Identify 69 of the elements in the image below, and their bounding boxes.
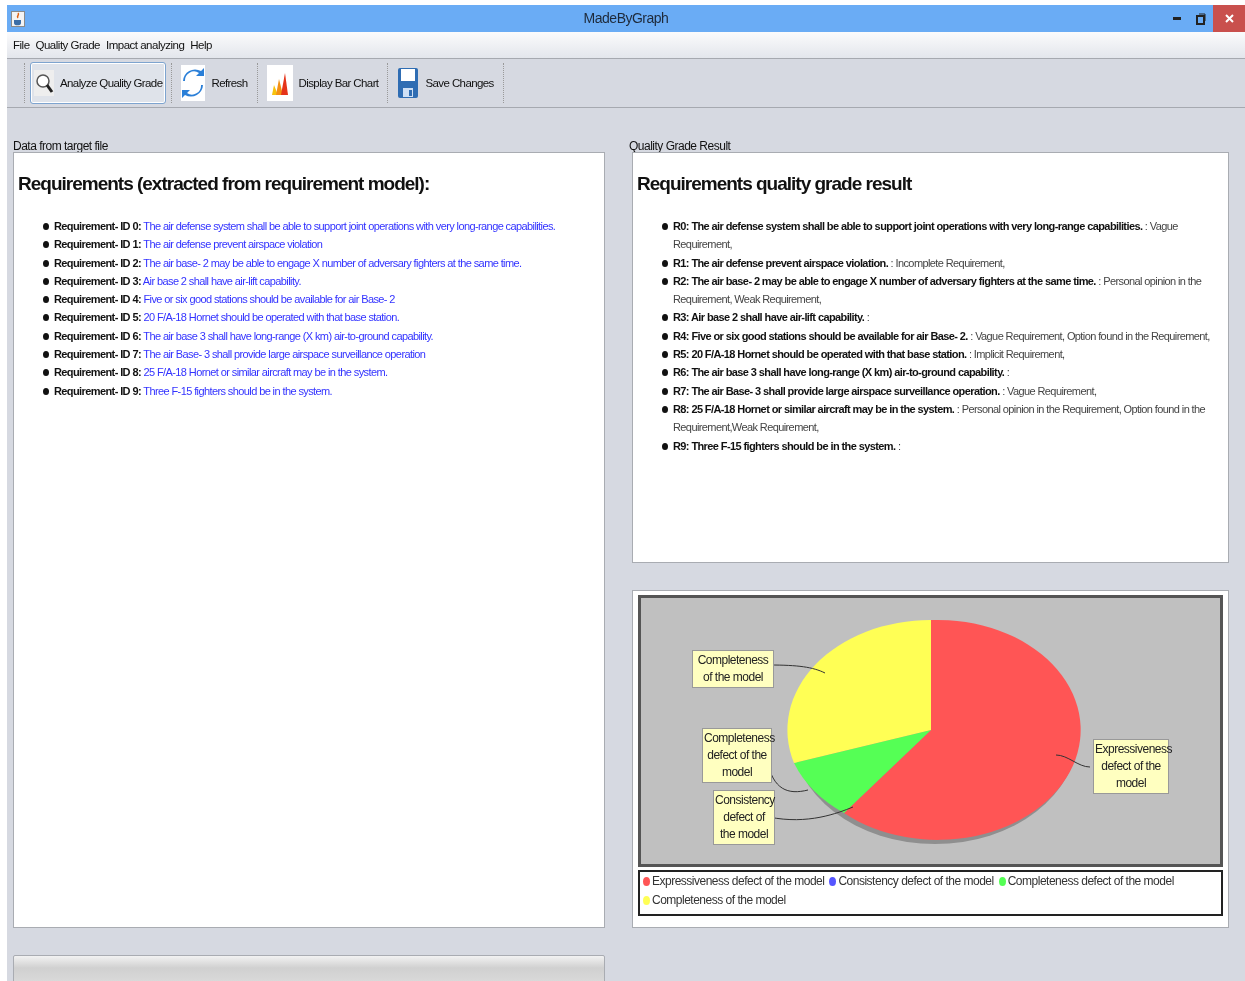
requirement-item: Requirement- ID 9: Three F-15 fighters should be in the system.: [54, 381, 604, 400]
requirement-item: Requirement- ID 7: The air Base- 3 shall provide large airspace surveillance operation: [54, 345, 604, 364]
grade-result-item: R9: Three F-15 fighters should be in the system. :: [673, 436, 1220, 455]
requirement-item: Requirement- ID 4: Five or six good stations should be available for air Base- 2: [54, 290, 604, 309]
grade-result-item: R3: Air base 2 shall have air-lift capability. :: [673, 308, 1220, 327]
bullet-icon: [43, 351, 49, 359]
bullet-icon: [662, 314, 668, 322]
bullet-icon: [43, 387, 49, 395]
bullet-icon: [43, 332, 49, 340]
requirement-item: Requirement- ID 5: 20 F/A-18 Hornet should be operated with that base station.: [54, 308, 604, 327]
requirement-item: Requirement- ID 6: The air base 3 shall have long-range (X km) air-to-ground capability.: [54, 326, 604, 346]
grade-result-item: R1: The air defense prevent airspace violation. : Incomplete Requirement,: [673, 253, 1220, 272]
minimize-icon: [1173, 16, 1181, 21]
legend-label: Expressiveness defect of the model: [652, 874, 825, 888]
requirement-item: Requirement- ID 1: The air defense prevent airspace violation: [54, 235, 604, 254]
requirement-item: Requirement- ID 2: The air base- 2 may be able to engage X number of adversary fighters at the same time.: [54, 253, 604, 272]
leader-line: [1055, 754, 1091, 768]
menu-item[interactable]: Help: [190, 39, 212, 51]
toolbar-button[interactable]: Refresh: [177, 62, 252, 104]
bullet-icon: [662, 223, 668, 230]
grade-result-item: R0: The air defense system shall be able to support joint operations with very long-range capabilities. : Vague Requirement,: [673, 217, 1220, 254]
bullet-icon: [43, 369, 49, 377]
bullet-icon: [43, 277, 49, 285]
legend-label: Completeness of the model: [652, 893, 786, 907]
bullet-icon: [662, 387, 668, 395]
menu-item[interactable]: Impact analyzing: [106, 39, 185, 51]
close-button[interactable]: [1213, 5, 1245, 32]
grade-result-item: R7: The air Base- 3 shall provide large airspace surveillance operation. : Vague Requirement,: [673, 381, 1220, 400]
bullet-icon: [662, 405, 668, 413]
grade-result-item: R4: Five or six good stations should be available for air Base- 2. : Vague Requirement, Option found in the Requirement,: [673, 326, 1220, 346]
grade-result-item: R6: The air base 3 shall have long-range (X km) air-to-ground capability. :: [673, 363, 1220, 382]
restore-icon: [1196, 12, 1206, 25]
callout-label: Completeness of the model: [692, 650, 774, 688]
circular-arrows-icon: [181, 65, 206, 101]
callout-label: Consistency defect of the model: [713, 790, 775, 845]
bar-chart-icon: [266, 65, 293, 101]
magnifier-icon: [34, 70, 54, 96]
scroll-bar[interactable]: [13, 955, 605, 981]
legend-label: Completeness defect of the model: [1007, 874, 1174, 888]
bullet-icon: [662, 369, 668, 377]
close-icon: [1224, 14, 1234, 23]
requirement-item: Requirement- ID 0: The air defense system shall be able to support joint operations with very long-range capabilities.: [54, 217, 604, 236]
panel-caption: Quality Grade Result: [629, 139, 732, 152]
bullet-icon: [43, 241, 49, 249]
legend-label: Consistency defect of the model: [838, 874, 994, 888]
bullet-icon: [43, 296, 49, 304]
bullet-icon: [43, 223, 49, 230]
menu-item[interactable]: File: [13, 39, 30, 51]
grade-result-item: R2: The air base- 2 may be able to engage X number of adversary fighters at the same time. : Personal opinion in the Requirement, Weak Requirement,: [673, 271, 1220, 309]
bullet-icon: [662, 351, 668, 359]
bullet-icon: [662, 332, 668, 340]
panel-caption: Data from target file: [13, 139, 109, 152]
toolbar-button[interactable]: Analyze Quality Grade: [30, 62, 167, 104]
java-cup-icon: [11, 10, 25, 27]
toolbar-button[interactable]: Save Changes: [393, 62, 498, 104]
requirement-item: Requirement- ID 3: Air base 2 shall have air-lift capability.: [54, 271, 604, 291]
toolbar-button[interactable]: Display Bar Chart: [262, 62, 383, 104]
window-title: MadeByGraph: [583, 10, 669, 26]
bullet-icon: [662, 442, 668, 450]
grade-result-item: R5: 20 F/A-18 Hornet should be operated with that base station. : Implicit Requirement,: [673, 345, 1220, 364]
bullet-icon: [43, 314, 49, 322]
menu-item[interactable]: Quality Grade: [35, 39, 100, 51]
bullet-icon: [662, 277, 668, 285]
panel-heading: Requirements quality grade result: [636, 172, 913, 195]
requirement-item: Requirement- ID 8: 25 F/A-18 Hornet or similar aircraft may be in the system.: [54, 363, 604, 382]
bullet-icon: [662, 259, 668, 267]
bullet-icon: [43, 259, 49, 267]
panel-heading: Requirements (extracted from requirement model):: [17, 172, 431, 195]
grade-result-item: R8: 25 F/A-18 Hornet or similar aircraft may be in the system. : Personal opinion in the Requirement, Option found in the Requirement,Weak Requirement,: [673, 399, 1220, 437]
